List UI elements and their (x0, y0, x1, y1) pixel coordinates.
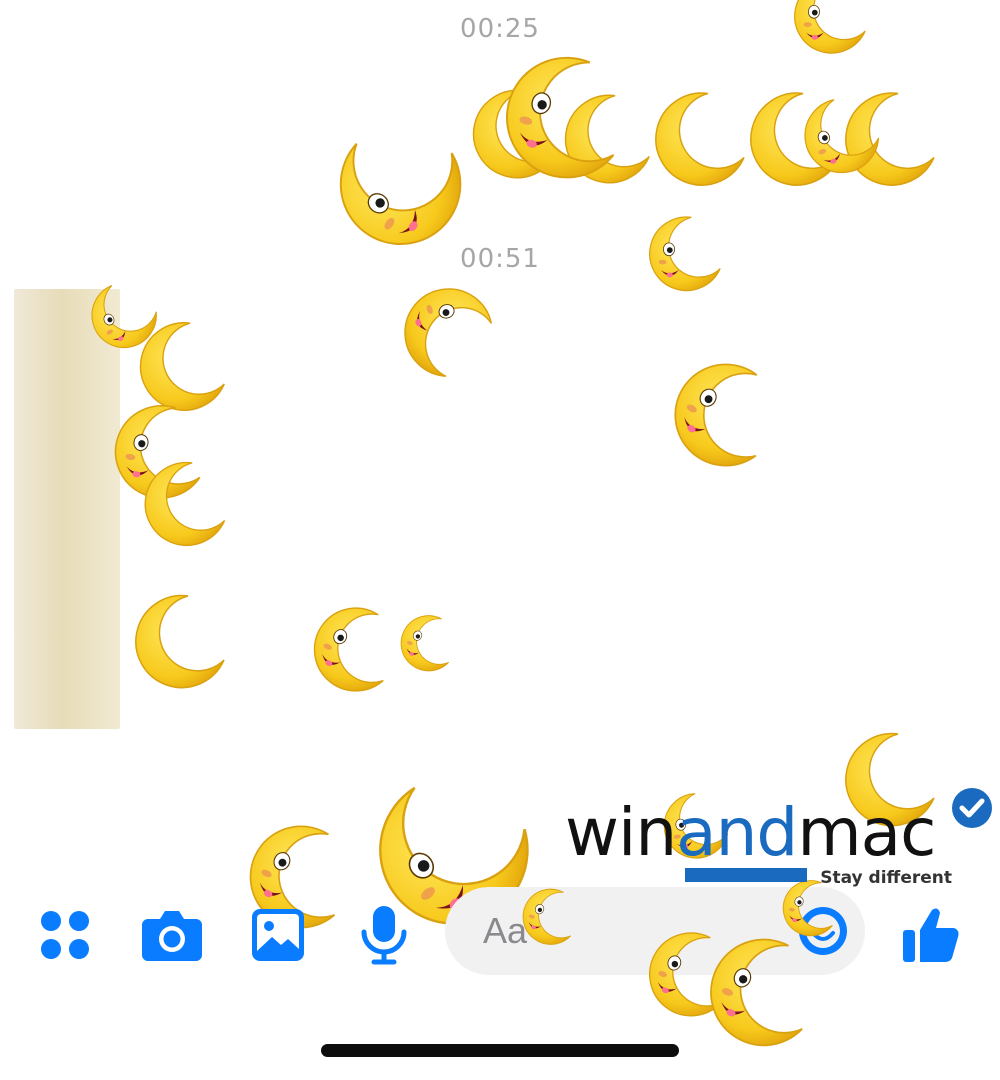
winandmac-watermark: winandmac Stay different (565, 788, 1000, 890)
camera-icon (142, 911, 202, 961)
home-indicator[interactable] (321, 1044, 679, 1057)
watermark-tagline: Stay different (820, 868, 952, 888)
moon-emoji (644, 327, 807, 499)
photo-icon (252, 909, 304, 961)
moon-emoji (645, 210, 725, 295)
watermark-underline (685, 868, 807, 882)
moon-emoji (389, 270, 511, 392)
moon-emoji (790, 0, 870, 60)
voice-message-button[interactable] (349, 900, 419, 970)
photo-gallery-button[interactable] (243, 900, 313, 970)
microphone-icon (361, 906, 407, 965)
apps-button[interactable] (30, 900, 100, 970)
message-composer-bar (0, 880, 1000, 990)
apps-icon (41, 911, 89, 959)
like-button[interactable] (896, 900, 966, 970)
moon-emoji (386, 594, 470, 690)
watermark-logo-text: winandmac (565, 794, 936, 871)
moon-emoji (650, 85, 750, 190)
verified-check-icon (952, 788, 992, 828)
thumbs-up-icon (903, 908, 959, 962)
camera-button[interactable] (137, 900, 207, 970)
moon-emoji (130, 590, 230, 690)
moon-emoji (140, 455, 230, 550)
